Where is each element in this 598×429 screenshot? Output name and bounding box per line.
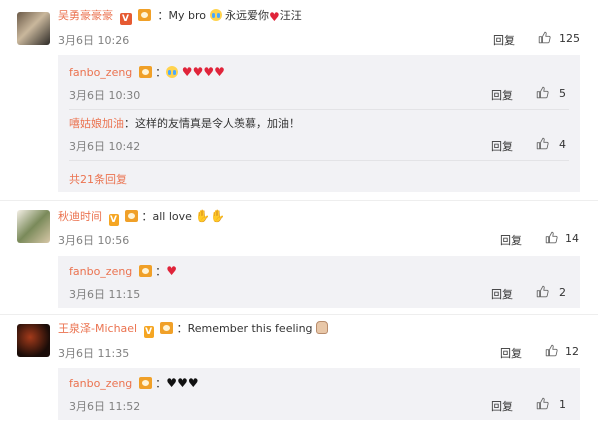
like-count: 4 — [559, 138, 566, 151]
black-heart-icon: ♥ — [187, 376, 199, 390]
rock-hand-icon: ✋ — [210, 209, 226, 223]
red-heart-icon: ♥ — [181, 65, 193, 79]
red-heart-icon: ♥ — [214, 65, 225, 79]
red-heart-icon: ♥ — [269, 10, 280, 24]
reply-line: 嘻姑娘加油：这样的友情真是令人羡慕，加油！ — [69, 116, 300, 132]
red-heart-icon: ♥ — [166, 264, 178, 278]
black-heart-icon: ♥ — [166, 376, 178, 390]
username[interactable]: 秋迪时间 — [58, 210, 102, 223]
reply-button[interactable]: 回复 — [500, 232, 522, 248]
crown-badge-icon — [138, 66, 152, 78]
comment-text: Remember this feeling — [187, 322, 313, 335]
crown-badge-icon — [138, 377, 152, 389]
crown-badge-icon — [160, 322, 174, 334]
like-count: 12 — [565, 345, 579, 358]
reply-line: fanbo_zeng ： ♥♥♥♥ — [69, 65, 225, 79]
username[interactable]: fanbo_zeng — [69, 265, 132, 278]
divider — [0, 314, 598, 315]
like-count: 2 — [559, 286, 566, 299]
reply-button[interactable]: 回复 — [500, 345, 522, 361]
reply-button[interactable]: 回复 — [491, 398, 513, 414]
avatar[interactable] — [17, 210, 50, 243]
avatar[interactable] — [17, 324, 50, 357]
crown-badge-icon — [138, 9, 151, 21]
rock-hand-icon: ✋ — [195, 209, 211, 223]
timestamp: 3月6日 11:15 — [69, 288, 141, 301]
timestamp: 3月6日 11:52 — [69, 400, 141, 413]
reply-button[interactable]: 回复 — [491, 138, 513, 154]
comment-text: all love — [152, 210, 192, 223]
comment-text: My bro — [168, 9, 207, 22]
username[interactable]: fanbo_zeng — [69, 377, 132, 390]
comment-text-tail2: 汪汪 — [279, 9, 302, 22]
verified-v-icon: V — [108, 214, 119, 226]
thumbs-up-icon[interactable] — [536, 397, 549, 410]
reply-button[interactable]: 回复 — [491, 286, 513, 302]
verified-v-icon: V — [143, 326, 154, 338]
thumbs-up-icon[interactable] — [545, 344, 558, 357]
red-heart-icon: ♥ — [203, 65, 215, 79]
reply-line: fanbo_zeng ：♥♥♥ — [69, 376, 199, 390]
divider — [69, 160, 569, 161]
thumbs-up-icon[interactable] — [545, 231, 558, 244]
reply-button[interactable]: 回复 — [491, 87, 513, 103]
comment-line: 吴勇豪豪豪 V ：My bro 永远爱你♥汪汪 — [58, 9, 302, 25]
reply-button[interactable]: 回复 — [493, 32, 515, 48]
timestamp: 3月6日 10:30 — [69, 89, 141, 102]
username[interactable]: 嘻姑娘加油 — [69, 117, 124, 130]
like-count: 1 — [559, 398, 566, 411]
red-heart-icon: ♥ — [192, 65, 204, 79]
username[interactable]: 吴勇豪豪豪 — [58, 9, 113, 22]
thumbs-up-icon[interactable] — [536, 86, 549, 99]
comment-text-tail: 永远爱你 — [225, 9, 269, 22]
fist-icon — [316, 321, 329, 334]
crying-face-icon — [209, 9, 222, 21]
crown-badge-icon — [138, 265, 152, 277]
timestamp: 3月6日 10:42 — [69, 140, 141, 153]
divider — [69, 109, 569, 110]
comment-line: 王泉泽-Michael V ：Remember this feeling — [58, 321, 329, 338]
timestamp: 3月6日 11:35 — [58, 347, 130, 360]
divider — [0, 200, 598, 201]
like-count: 14 — [565, 232, 579, 245]
username[interactable]: 王泉泽-Michael — [58, 322, 137, 335]
more-replies-link[interactable]: 共21条回复 — [69, 171, 127, 187]
thumbs-up-icon[interactable] — [536, 137, 549, 150]
crying-face-icon — [166, 66, 179, 78]
username[interactable]: fanbo_zeng — [69, 66, 132, 79]
reply-text: ：这样的友情真是令人羡慕，加油！ — [124, 117, 300, 130]
comment-line: 秋迪时间 V ：all love ✋✋ — [58, 209, 226, 226]
timestamp: 3月6日 10:26 — [58, 34, 130, 47]
black-heart-icon: ♥ — [177, 376, 188, 390]
thumbs-up-icon[interactable] — [536, 285, 549, 298]
thumbs-up-icon[interactable] — [538, 31, 551, 44]
timestamp: 3月6日 10:56 — [58, 234, 130, 247]
reply-line: fanbo_zeng ：♥ — [69, 264, 178, 278]
like-count: 125 — [559, 32, 580, 45]
avatar[interactable] — [17, 12, 50, 45]
verified-v-icon: V — [119, 13, 132, 25]
like-count: 5 — [559, 87, 566, 100]
crown-badge-icon — [125, 210, 138, 222]
